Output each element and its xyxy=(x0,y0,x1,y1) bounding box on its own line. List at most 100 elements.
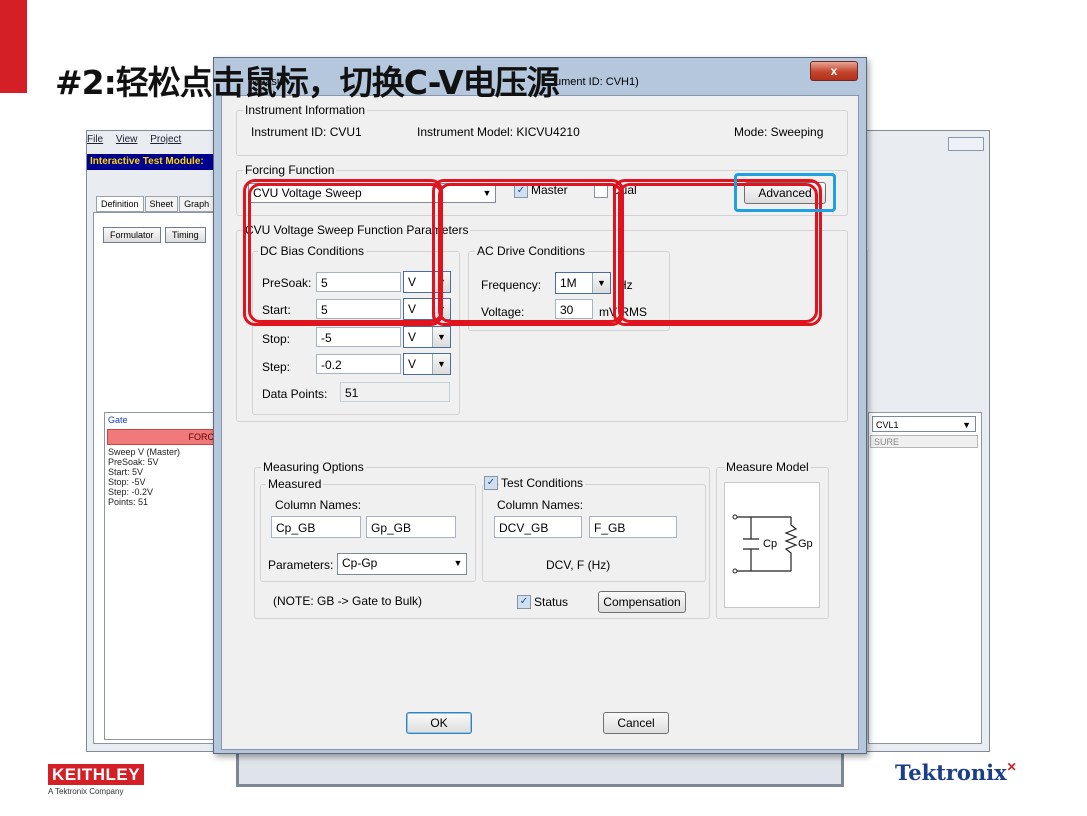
force-button[interactable]: FORC xyxy=(107,429,219,445)
chevron-down-icon: ▼ xyxy=(453,558,463,568)
tc-column-name-1-input[interactable]: DCV_GB xyxy=(494,516,582,538)
chevron-down-icon: ▼ xyxy=(482,188,492,198)
formulator-button[interactable]: Formulator xyxy=(103,227,161,243)
dual-checkbox[interactable] xyxy=(594,184,608,198)
column-name-2-input[interactable]: Gp_GB xyxy=(366,516,456,538)
data-points-value: 51 xyxy=(340,382,450,402)
chevron-down-icon: ▼ xyxy=(432,327,450,347)
unit-value: V xyxy=(408,275,417,289)
gate-line: Sweep V (Master) xyxy=(108,447,181,457)
background-menubar: File View Project xyxy=(87,134,217,148)
background-window-controls[interactable] xyxy=(948,137,984,151)
module-title-bar: Interactive Test Module: xyxy=(87,154,220,170)
gate-line: Stop: -5V xyxy=(108,477,146,487)
gate-line: Start: 5V xyxy=(108,467,144,477)
test-conditions-checkbox[interactable]: ✓ xyxy=(484,476,498,490)
presoak-label: PreSoak: xyxy=(262,276,312,290)
master-checkbox[interactable]: ✓ xyxy=(514,184,528,198)
menu-project[interactable]: Project xyxy=(150,134,181,145)
presoak-unit-select[interactable]: V ▼ xyxy=(403,271,451,293)
timing-button[interactable]: Timing xyxy=(164,227,206,243)
master-label: Master xyxy=(531,183,568,197)
stop-label: Stop: xyxy=(262,332,291,346)
frequency-select[interactable]: 1M ▼ xyxy=(555,272,611,294)
slide-title: #2:轻松点击鼠标，切换C-V电压源 xyxy=(55,63,560,102)
gate-label: Gate xyxy=(108,415,128,425)
measure-model-label: Measure Model xyxy=(724,460,811,474)
menu-file[interactable]: File xyxy=(87,134,103,145)
terminal-select[interactable]: CVL1 ▼ xyxy=(872,416,976,432)
dialog-title-suffix: ument ID: CVH1) xyxy=(555,76,639,88)
definition-buttons: Formulator Timing xyxy=(103,225,206,243)
ac-drive-label: AC Drive Conditions xyxy=(475,244,588,258)
measure-model-diagram: Cp Gp xyxy=(724,482,820,608)
advanced-button[interactable]: Advanced xyxy=(744,182,826,204)
keithley-logo-main: KEITHLEY xyxy=(48,764,145,785)
close-icon[interactable]: x xyxy=(810,61,858,81)
background-tabs: Definition Sheet Graph xyxy=(96,196,215,212)
keithley-logo-sub: A Tektronix Company xyxy=(48,787,124,796)
note-text: (NOTE: GB -> Gate to Bulk) xyxy=(273,594,423,608)
forcing-function-select[interactable]: CVU Voltage Sweep ▼ xyxy=(248,183,496,203)
cancel-button[interactable]: Cancel xyxy=(603,712,669,734)
test-conditions-label: Test Conditions xyxy=(499,476,586,490)
cp-label: Cp xyxy=(763,538,778,550)
instrument-mode: Mode: Sweeping xyxy=(734,125,824,139)
stop-input[interactable]: -5 xyxy=(316,327,401,347)
parameters-value: Cp-Gp xyxy=(342,556,378,570)
tc-column-name-2-input[interactable]: F_GB xyxy=(589,516,677,538)
measure-button[interactable]: SURE xyxy=(870,435,978,448)
start-unit-select[interactable]: V ▼ xyxy=(403,298,451,320)
step-label: Step: xyxy=(262,360,291,374)
column-names-label: Column Names: xyxy=(275,498,362,512)
gate-line: Points: 51 xyxy=(108,497,149,507)
gate-terminal-panel[interactable]: Gate FORC Sweep V (Master) PreSoak: 5V S… xyxy=(104,412,222,740)
chevron-down-icon: ▼ xyxy=(432,299,450,319)
dual-label: Dual xyxy=(612,183,637,197)
tab-sheet[interactable]: Sheet xyxy=(144,196,179,212)
ok-button[interactable]: OK xyxy=(406,712,472,734)
chevron-down-icon: ▼ xyxy=(432,354,450,374)
column-name-1-input[interactable]: Cp_GB xyxy=(271,516,361,538)
tektronix-mark-icon: ✕ xyxy=(1006,760,1017,774)
chevron-down-icon: ▼ xyxy=(592,273,610,293)
step-input[interactable]: -0.2 xyxy=(316,354,401,374)
stop-unit-select[interactable]: V ▼ xyxy=(403,326,451,348)
chevron-down-icon: ▼ xyxy=(432,272,450,292)
status-checkbox[interactable]: ✓ xyxy=(517,595,531,609)
menu-view[interactable]: View xyxy=(116,134,138,145)
unit-value: V xyxy=(408,302,417,316)
start-input[interactable]: 5 xyxy=(316,299,401,319)
unit-value: V xyxy=(408,357,417,371)
frequency-label: Frequency: xyxy=(481,278,542,292)
tektronix-logo-text: Tektronix xyxy=(895,760,1007,785)
terminal-select-value: CVL1 xyxy=(876,420,899,430)
data-points-label: Data Points: xyxy=(262,387,328,401)
measuring-options-label: Measuring Options xyxy=(261,460,366,474)
parameters-select[interactable]: Cp-Gp ▼ xyxy=(337,553,467,575)
status-label: Status xyxy=(534,595,569,609)
frequency-unit: Hz xyxy=(618,278,633,292)
sweep-params-label: CVU Voltage Sweep Function Parameters xyxy=(243,223,471,237)
instrument-model: Instrument Model: KICVU4210 xyxy=(417,125,580,139)
dc-bias-label: DC Bias Conditions xyxy=(258,244,367,258)
right-terminal-panel xyxy=(868,412,982,744)
parameters-label: Parameters: xyxy=(268,558,334,572)
step-unit-select[interactable]: V ▼ xyxy=(403,353,451,375)
chevron-down-icon: ▼ xyxy=(962,420,971,430)
keithley-logo: KEITHLEY A Tektronix Company xyxy=(48,764,145,796)
tab-definition[interactable]: Definition xyxy=(96,196,144,212)
instrument-info-label: Instrument Information xyxy=(243,103,368,117)
compensation-button[interactable]: Compensation xyxy=(598,591,686,613)
voltage-label: Voltage: xyxy=(481,305,525,319)
instrument-id: Instrument ID: CVU1 xyxy=(251,125,362,139)
measured-label: Measured xyxy=(266,477,324,491)
tc-column-names-label: Column Names: xyxy=(497,498,584,512)
slide-accent-bar xyxy=(0,0,27,93)
gate-line: PreSoak: 5V xyxy=(108,457,159,467)
voltage-input[interactable]: 30 xyxy=(555,299,593,319)
forcing-function-label: Forcing Function xyxy=(243,163,337,177)
presoak-input[interactable]: 5 xyxy=(316,272,401,292)
tektronix-logo: Tektronix✕ xyxy=(895,760,1017,785)
tab-graph[interactable]: Graph xyxy=(179,196,215,212)
